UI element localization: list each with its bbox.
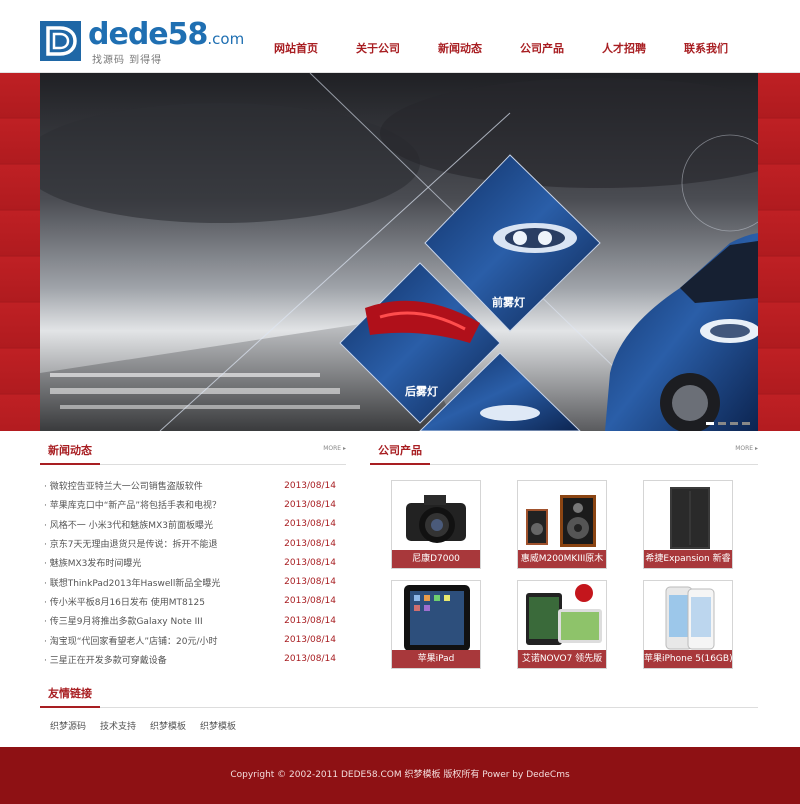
news-item-date: 2013/08/14 [284,519,336,530]
product-name: 艾诺NOVO7 领先版 [518,650,606,668]
product-card[interactable]: 苹果iPhone 5(16GB) [643,580,733,669]
products-section-header: 公司产品 MORE ▸ [370,441,758,465]
main-nav: 网站首页 关于公司 新闻动态 公司产品 人才招聘 联系我们 [255,40,747,56]
news-item-date: 2013/08/14 [284,557,336,568]
product-card[interactable]: 尼康D7000 [391,480,481,569]
friend-link[interactable]: 技术支持 [100,719,136,732]
nav-jobs[interactable]: 人才招聘 [583,40,665,56]
nav-news[interactable]: 新闻动态 [419,40,501,56]
news-more-link[interactable]: MORE ▸ [323,445,346,452]
product-name: 尼康D7000 [392,550,480,568]
friend-links: 织梦源码 技术支持 织梦模板 织梦模板 [50,719,236,732]
news-item-date: 2013/08/14 [284,635,336,646]
slide-dot[interactable] [730,422,738,425]
banner-slide-image[interactable]: 前雾灯 后雾灯 [40,73,758,431]
news-item-title: · 风格不一 小米3代和魅族MX3前面板曝光 [44,520,213,531]
news-item-title: · 传三星9月将推出多款Galaxy Note III [44,617,203,628]
slide-dot[interactable] [742,422,750,425]
news-item-date: 2013/08/14 [284,499,336,510]
news-item[interactable]: · 微软控告亚特兰大一公司销售盗版软件 2013/08/14 [44,476,336,495]
nav-about[interactable]: 关于公司 [337,40,419,56]
product-card[interactable]: 希捷Expansion 新睿 [643,480,733,569]
news-section-title: 新闻动态 [40,441,100,465]
product-card[interactable]: 苹果iPad [391,580,481,669]
product-card[interactable]: 艾诺NOVO7 领先版 [517,580,607,669]
product-name: 苹果iPhone 5(16GB) [644,650,732,668]
news-item-title: · 苹果库克口中“新产品”将包括手表和电视？ [44,501,222,512]
news-item[interactable]: · 传小米平板8月16日发布 使用MT8125 2013/08/14 [44,592,336,611]
slide-dot[interactable] [706,422,714,425]
logo-slogan: 找源码 到得得 [92,55,163,66]
news-list: · 微软控告亚特兰大一公司销售盗版软件 2013/08/14 · 苹果库克口中“新… [44,476,336,669]
friend-link[interactable]: 织梦源码 [50,719,86,732]
product-card[interactable]: 惠威M200MKIII原木 [517,480,607,569]
footer-copyright: Copyright © 2002-2011 DEDE58.COM 织梦模板 版权… [230,770,570,780]
news-item-title: · 三星正在开发多款可穿戴设备 [44,655,167,666]
speaker-icon [526,495,596,547]
news-item[interactable]: · 三星正在开发多款可穿戴设备 2013/08/14 [44,650,336,669]
news-item-title: · 魅族MX3发布时间曝光 [44,559,142,570]
news-item-date: 2013/08/14 [284,538,336,549]
news-item-date: 2013/08/14 [284,577,336,588]
news-item[interactable]: · 联想ThinkPad2013年Haswell新品全曝光 2013/08/14 [44,572,336,591]
news-item[interactable]: · 苹果库克口中“新产品”将包括手表和电视？ 2013/08/14 [44,495,336,514]
nav-contact[interactable]: 联系我们 [665,40,747,56]
news-item-title: · 京东7天无理由退货只是传说：拆开不能退 [44,540,218,551]
news-item-title: · 微软控告亚特兰大一公司销售盗版软件 [44,482,203,493]
slide-dot[interactable] [718,422,726,425]
nav-home[interactable]: 网站首页 [255,40,337,56]
rear-fog-light-label: 后雾灯 [405,385,438,398]
news-item-title: · 联想ThinkPad2013年Haswell新品全曝光 [44,578,221,589]
news-item-date: 2013/08/14 [284,596,336,607]
tablet-icon [404,585,470,651]
product-name: 希捷Expansion 新睿 [644,550,732,568]
news-item[interactable]: · 风格不一 小米3代和魅族MX3前面板曝光 2013/08/14 [44,515,336,534]
friend-link[interactable]: 织梦模板 [200,719,236,732]
front-fog-light-label: 前雾灯 [492,296,525,309]
camera-icon [406,495,466,543]
news-item-date: 2013/08/14 [284,654,336,665]
site-header: dede58.com 找源码 到得得 网站首页 关于公司 新闻动态 公司产品 人… [0,0,800,73]
links-section-header: 友情链接 [40,684,758,708]
links-section-title: 友情链接 [40,684,100,708]
phone-icon [665,586,715,650]
products-more-link[interactable]: MORE ▸ [735,445,758,452]
news-item-title: · 淘宝现“代回家看望老人”店铺：20元/小时 [44,636,218,647]
products-section-title: 公司产品 [370,441,430,465]
site-footer: Copyright © 2002-2011 DEDE58.COM 织梦模板 版权… [0,747,800,804]
news-section-header: 新闻动态 MORE ▸ [40,441,346,465]
slide-indicators [706,422,750,425]
android-tablet-icon [526,584,602,645]
news-item[interactable]: · 淘宝现“代回家看望老人”店铺：20元/小时 2013/08/14 [44,630,336,649]
news-item[interactable]: · 京东7天无理由退货只是传说：拆开不能退 2013/08/14 [44,534,336,553]
news-item-title: · 传小米平板8月16日发布 使用MT8125 [44,597,205,608]
hard-drive-icon [670,487,710,549]
product-name: 惠威M200MKIII原木 [518,550,606,568]
logo-wordmark: dede58.com [88,17,245,52]
product-name: 苹果iPad [392,650,480,668]
news-item[interactable]: · 魅族MX3发布时间曝光 2013/08/14 [44,553,336,572]
site-logo[interactable]: dede58.com 找源码 到得得 [40,17,250,66]
logo-d-icon [40,21,81,61]
news-item-date: 2013/08/14 [284,480,336,491]
nav-products[interactable]: 公司产品 [501,40,583,56]
news-item-date: 2013/08/14 [284,615,336,626]
banner-car-artwork [40,73,758,431]
hero-banner: 前雾灯 后雾灯 [0,73,800,431]
news-item[interactable]: · 传三星9月将推出多款Galaxy Note III 2013/08/14 [44,611,336,630]
friend-link[interactable]: 织梦模板 [150,719,186,732]
